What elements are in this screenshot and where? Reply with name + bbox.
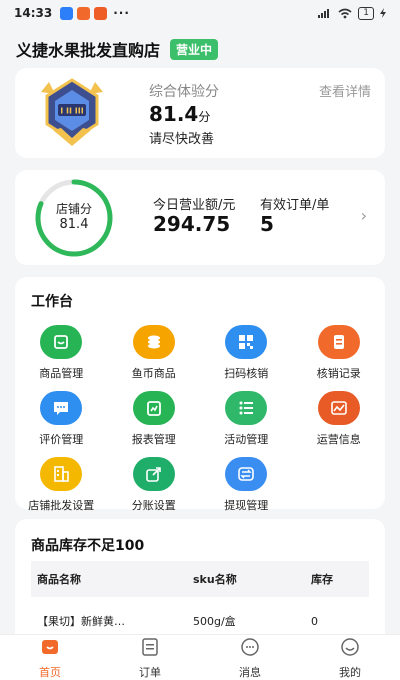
svg-text:I II III: I II III (60, 107, 83, 116)
workbench-item-label: 鱼币商品 (131, 367, 176, 380)
column-header-sku-name: sku名称 (193, 573, 237, 586)
report-clipboard-icon (132, 391, 175, 425)
workbench-item-label: 评价管理 (39, 433, 84, 446)
workbench-item[interactable]: 商品管理 (15, 325, 108, 381)
workbench-item[interactable]: 运营信息 (293, 391, 386, 447)
workbench-item-label: 提现管理 (224, 499, 269, 512)
status-right: 1 (318, 6, 386, 20)
notification-app-icon (77, 6, 91, 20)
workbench-item[interactable]: 提现管理 (200, 457, 293, 513)
tab-label: 订单 (139, 665, 161, 679)
tab-label: 我的 (339, 665, 361, 679)
workbench-grid: 商品管理 鱼币商品 扫码核销 核销记录评价管理 报表管理 活动管理 运营信息店铺批发设置 分账… (15, 325, 385, 513)
workbench-item[interactable]: 扫码核销 (200, 325, 293, 381)
table-header: 商品名称 sku名称 库存 (31, 561, 369, 597)
tab-item[interactable]: 首页 (0, 635, 100, 680)
store-name: 义捷水果批发直购店 (16, 41, 161, 60)
experience-score-card[interactable]: I II III 综合体验分 81.4分 请尽快改善 查看详情 (15, 68, 385, 158)
charging-icon (380, 8, 386, 18)
goods-box-icon (40, 325, 83, 359)
wifi-icon (338, 8, 352, 18)
profile-icon (339, 636, 361, 662)
trend-chart-icon (317, 391, 360, 425)
workbench-item[interactable]: 评价管理 (15, 391, 108, 447)
workbench-item-label: 扫码核销 (224, 367, 269, 380)
workbench-item-label: 分账设置 (131, 499, 176, 512)
experience-score-tip: 请尽快改善 (149, 132, 215, 147)
workbench-item[interactable]: 店铺批发设置 (15, 457, 108, 513)
tab-item[interactable]: 我的 (300, 635, 400, 680)
shop-score-value: 81.4 (59, 217, 89, 232)
tab-label: 消息 (239, 665, 261, 679)
status-bar: 14:33 ··· 1 (0, 0, 400, 26)
battery-icon: 1 (358, 6, 374, 20)
workbench-item-label: 店铺批发设置 (28, 499, 95, 512)
experience-score-label: 综合体验分 (149, 84, 219, 100)
bottom-tab-bar: 首页 订单 消息 我的 (0, 634, 400, 680)
experience-score-number: 81.4 (149, 102, 199, 126)
record-doc-icon (317, 325, 360, 359)
tab-item[interactable]: 订单 (100, 635, 200, 680)
message-icon (239, 636, 261, 662)
store-summary-card[interactable]: 店铺分 81.4 今日营业额/元 294.75 有效订单/单 5 › (15, 170, 385, 265)
signal-icon (318, 9, 330, 18)
medal-badge-icon: I II III (41, 78, 103, 146)
status-left: 14:33 ··· (14, 6, 130, 20)
notification-app-icon (60, 6, 74, 20)
revenue-value: 294.75 (153, 212, 231, 236)
workbench-item[interactable]: 分账设置 (108, 457, 201, 513)
workbench-item-label: 核销记录 (316, 367, 361, 380)
workbench-item-label: 活动管理 (224, 433, 269, 446)
tab-label: 首页 (39, 665, 61, 679)
notification-app-icon (94, 6, 108, 20)
workbench-item-label: 报表管理 (131, 433, 176, 446)
view-details-link[interactable]: 查看详情 (319, 81, 371, 100)
workbench-item-label: 运营信息 (316, 433, 361, 446)
stock-count-cell: 0 (311, 614, 318, 628)
tab-item[interactable]: 消息 (200, 635, 300, 680)
experience-score-value: 81.4分 (149, 102, 210, 126)
home-icon (39, 636, 61, 662)
chevron-right-icon[interactable]: › (361, 206, 367, 225)
workbench-item[interactable]: 鱼币商品 (108, 325, 201, 381)
column-header-stock: 库存 (311, 573, 333, 586)
shop-score-label: 店铺分 (55, 202, 92, 216)
scan-grid-icon (225, 325, 268, 359)
store-status-badge[interactable]: 营业中 (170, 38, 219, 60)
more-notifications-icon: ··· (113, 6, 130, 20)
workbench-item[interactable]: 报表管理 (108, 391, 201, 447)
workbench-title: 工作台 (31, 294, 73, 310)
experience-score-unit: 分 (198, 110, 211, 124)
workbench-card: 工作台 商品管理 鱼币商品 扫码核销 核销记录评价管理 报表管理 活动管理 运营信息店铺批发… (15, 277, 385, 512)
low-stock-title: 商品库存不足100 (31, 538, 145, 554)
order-list-icon (139, 636, 161, 662)
share-export-icon (132, 457, 175, 491)
status-time: 14:33 (14, 6, 53, 20)
orders-value: 5 (260, 212, 274, 236)
store-header: 义捷水果批发直购店 营业中 (0, 26, 400, 68)
workbench-item[interactable]: 核销记录 (293, 325, 386, 381)
sku-name-cell: 500g/盒 (193, 615, 236, 628)
coin-stack-icon (132, 325, 175, 359)
workbench-item-label: 商品管理 (39, 367, 84, 380)
activity-list-icon (225, 391, 268, 425)
chat-bubble-icon (40, 391, 83, 425)
product-name-cell: 【果切】新鲜黄… (37, 615, 125, 628)
workbench-item[interactable]: 活动管理 (200, 391, 293, 447)
column-header-product-name: 商品名称 (37, 573, 81, 586)
exchange-icon (225, 457, 268, 491)
orders-label: 有效订单/单 (260, 198, 330, 213)
building-icon (40, 457, 83, 491)
revenue-label: 今日营业额/元 (153, 198, 236, 213)
